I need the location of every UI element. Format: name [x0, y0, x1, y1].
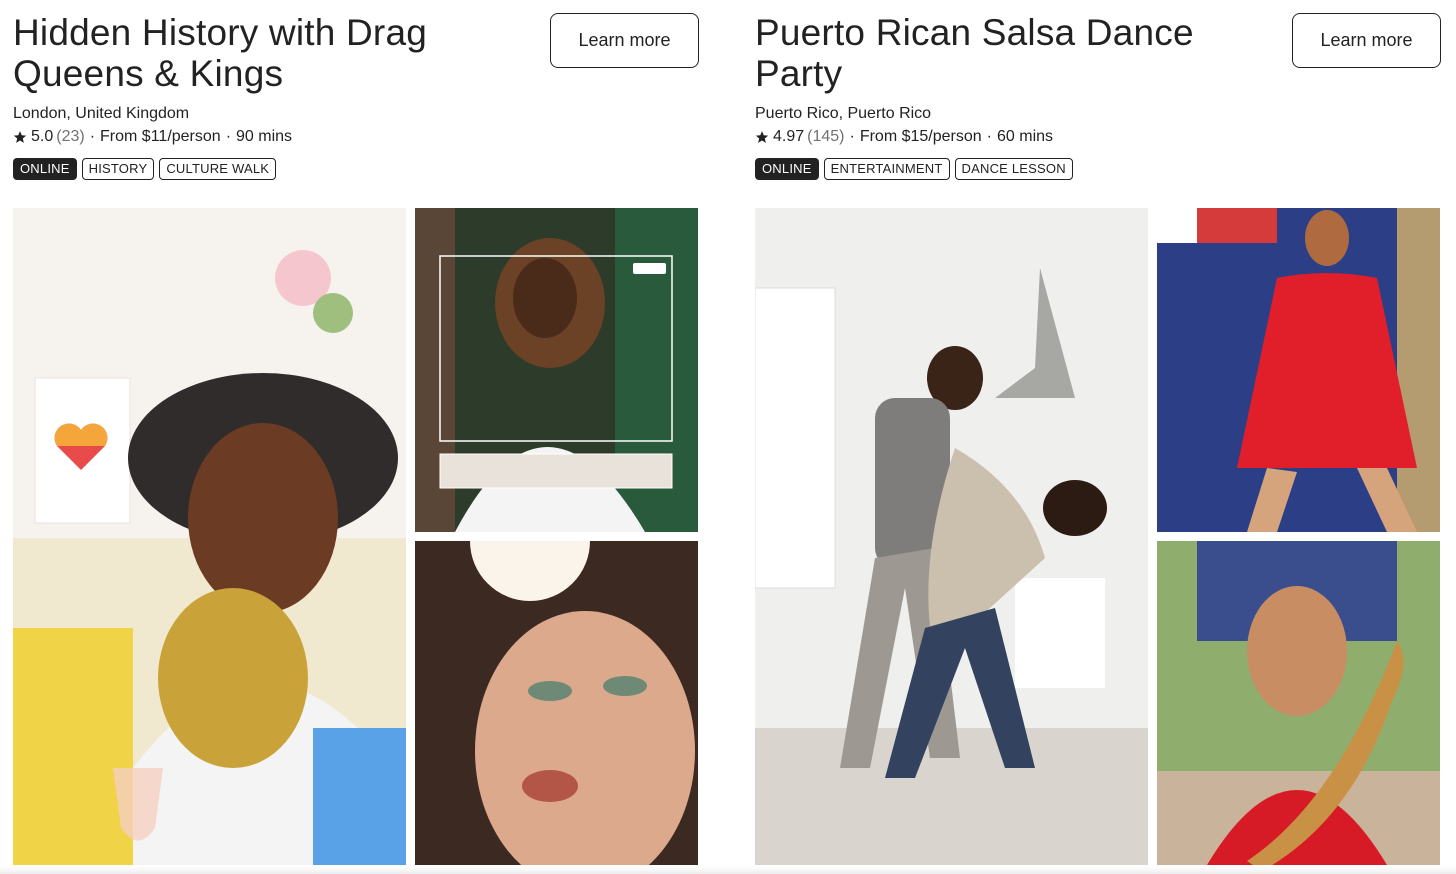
tag-category: ENTERTAINMENT: [823, 158, 950, 180]
scroll-shadow: [0, 866, 1456, 874]
experience-meta: 5.0 (23) · From $11/person · 90 mins: [13, 128, 292, 146]
experience-meta: 4.97 (145) · From $15/person · 60 mins: [755, 128, 1053, 146]
review-count: (145): [807, 128, 845, 145]
star-icon: [13, 131, 27, 143]
learn-more-button[interactable]: Learn more: [550, 13, 699, 68]
star-icon: [755, 131, 769, 143]
tag-list: ONLINE HISTORY CULTURE WALK: [13, 158, 277, 180]
price: From $15/person: [859, 128, 982, 145]
review-count: (23): [56, 128, 85, 145]
separator-dot: ·: [849, 128, 855, 145]
makeup-photo[interactable]: [415, 541, 698, 865]
main-photo[interactable]: [755, 208, 1148, 865]
experience-location: London, United Kingdom: [13, 105, 190, 122]
separator-dot: ·: [986, 128, 992, 145]
drag-queen-image: [415, 541, 698, 865]
duration: 60 mins: [997, 128, 1054, 145]
couple-dancing-image: [755, 208, 1148, 865]
experience-title[interactable]: Hidden History with Drag Queens & Kings: [13, 12, 473, 94]
separator-dot: ·: [89, 128, 96, 145]
experiences-page: Hidden History with Drag Queens & Kings …: [0, 0, 1456, 874]
experience-location: Puerto Rico, Puerto Rico: [755, 105, 932, 122]
tag-subcategory: CULTURE WALK: [159, 158, 277, 180]
rating-value: 4.97: [773, 128, 805, 145]
price: From $11/person: [100, 128, 221, 145]
tag-subcategory: DANCE LESSON: [954, 158, 1073, 180]
video-call-photo[interactable]: [415, 208, 698, 532]
video-call-image: [415, 208, 698, 532]
tag-list: ONLINE ENTERTAINMENT DANCE LESSON: [755, 158, 1073, 180]
dancer-red-dress-photo[interactable]: [1157, 208, 1440, 532]
duration: 90 mins: [236, 128, 293, 145]
tag-online: ONLINE: [13, 158, 77, 180]
host-with-hat-image: [13, 208, 406, 865]
experience-title[interactable]: Puerto Rican Salsa Dance Party: [755, 12, 1215, 94]
tag-category: HISTORY: [81, 158, 155, 180]
experience-card-drag[interactable]: Hidden History with Drag Queens & Kings …: [13, 0, 699, 874]
rating-value: 5.0: [31, 128, 54, 145]
host-red-dress-image: [1157, 208, 1440, 532]
experience-card-salsa[interactable]: Puerto Rican Salsa Dance Party Learn mor…: [755, 0, 1441, 874]
learn-more-button[interactable]: Learn more: [1292, 13, 1441, 68]
guiro-photo[interactable]: [1157, 541, 1440, 865]
separator-dot: ·: [225, 128, 232, 145]
main-photo[interactable]: [13, 208, 406, 865]
tag-online: ONLINE: [755, 158, 819, 180]
host-guiro-image: [1157, 541, 1440, 865]
